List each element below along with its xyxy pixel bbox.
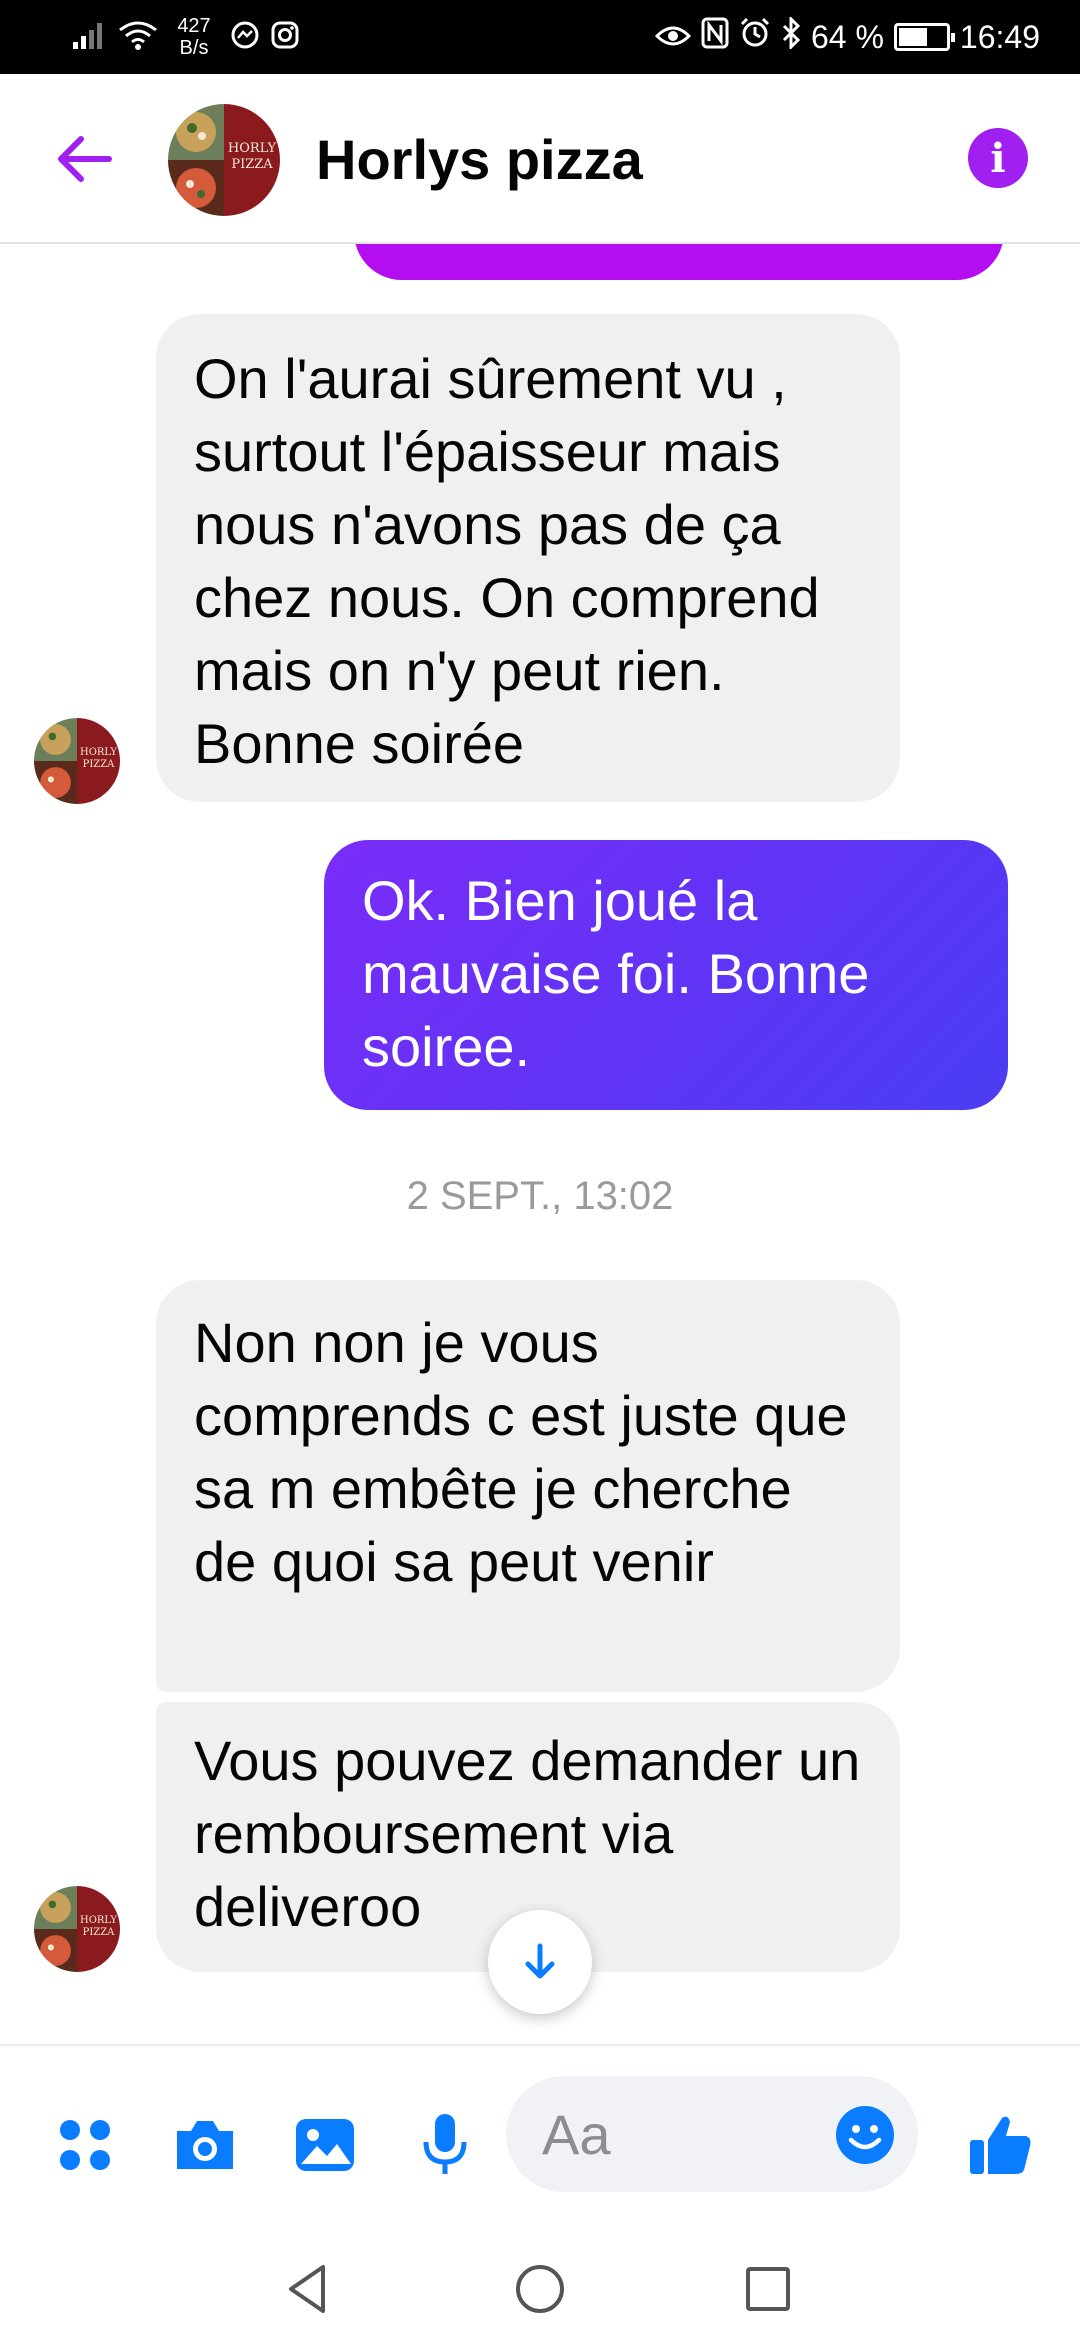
message-input[interactable] bbox=[542, 2098, 802, 2170]
wifi-icon bbox=[118, 20, 158, 55]
info-button[interactable]: i bbox=[968, 128, 1028, 188]
scroll-to-bottom-button[interactable] bbox=[488, 1910, 592, 2014]
avatar-brand-line1: HORLY bbox=[80, 747, 117, 758]
thumbs-up-icon bbox=[970, 2116, 1031, 2174]
alarm-icon bbox=[739, 17, 771, 57]
back-triangle-icon bbox=[289, 2265, 325, 2313]
gallery-icon bbox=[296, 2119, 354, 2171]
sender-avatar: HORLY PIZZA bbox=[34, 718, 120, 804]
message-bubble-incoming[interactable]: On l'aurai sûrement vu , surtout l'épais… bbox=[156, 314, 900, 802]
message-input-container[interactable] bbox=[506, 2076, 918, 2192]
apps-button[interactable] bbox=[50, 2110, 120, 2180]
navigation-bar bbox=[0, 2234, 1080, 2340]
info-icon: i bbox=[990, 134, 1006, 182]
camera-icon bbox=[177, 2121, 233, 2169]
messenger-notification-icon bbox=[230, 20, 260, 55]
instagram-notification-icon bbox=[270, 20, 300, 55]
home-circle-icon bbox=[516, 2265, 564, 2313]
microphone-button[interactable] bbox=[410, 2110, 480, 2180]
message-bubble-outgoing[interactable]: Ok. Bien joué la mauvaise foi. Bonne soi… bbox=[324, 840, 1008, 1110]
like-button[interactable] bbox=[966, 2110, 1036, 2180]
nav-home-button[interactable] bbox=[500, 2254, 580, 2324]
bluetooth-icon bbox=[781, 15, 801, 57]
back-button[interactable] bbox=[48, 122, 122, 196]
arrow-down-icon bbox=[525, 1943, 555, 1979]
contact-avatar[interactable]: HORLY PIZZA bbox=[168, 104, 280, 216]
battery-level-fill bbox=[898, 28, 927, 46]
avatar-brand-line1: HORLY bbox=[228, 141, 277, 156]
avatar-brand-line2: PIZZA bbox=[83, 759, 115, 770]
message-composer bbox=[0, 2044, 1080, 2234]
clock: 16:49 bbox=[959, 18, 1040, 55]
avatar-brand-line1: HORLY bbox=[80, 1915, 117, 1926]
arrow-left-icon bbox=[58, 136, 112, 182]
nav-recents-button[interactable] bbox=[728, 2254, 808, 2324]
nav-back-button[interactable] bbox=[268, 2254, 348, 2324]
microphone-icon bbox=[423, 2114, 467, 2174]
status-left: 427 B/s bbox=[72, 12, 300, 62]
battery-percent: 64 % bbox=[810, 18, 884, 55]
contact-name[interactable]: Horlys pizza bbox=[316, 124, 643, 196]
gallery-button[interactable] bbox=[290, 2110, 360, 2180]
network-speed-value: 427 bbox=[177, 15, 211, 37]
avatar-brand-line2: PIZZA bbox=[83, 1927, 115, 1938]
status-bar: 427 B/s 64 % 16:49 bbox=[0, 0, 1080, 74]
network-speed-unit: B/s bbox=[179, 37, 209, 59]
previous-outgoing-bubble[interactable] bbox=[354, 244, 1004, 280]
sender-avatar: HORLY PIZZA bbox=[34, 1886, 120, 1972]
recents-square-icon bbox=[746, 2267, 790, 2311]
nfc-icon bbox=[701, 17, 729, 57]
network-speed: 427 B/s bbox=[168, 15, 220, 59]
message-timestamp: 2 SEPT., 13:02 bbox=[406, 1174, 674, 1218]
status-right: 64 % 16:49 bbox=[654, 12, 1040, 62]
apps-icon bbox=[60, 2120, 110, 2170]
avatar-brand-line2: PIZZA bbox=[231, 157, 273, 172]
message-list[interactable]: On l'aurai sûrement vu , surtout l'épais… bbox=[0, 244, 1080, 2044]
signal-icon bbox=[72, 20, 108, 55]
conversation-header: HORLY PIZZA Horlys pizza i bbox=[0, 74, 1080, 244]
eye-icon bbox=[654, 19, 692, 56]
battery-icon bbox=[893, 23, 955, 51]
emoji-icon[interactable] bbox=[834, 2104, 896, 2166]
camera-button[interactable] bbox=[170, 2110, 240, 2180]
message-bubble-incoming[interactable]: Non non je vous comprends c est juste qu… bbox=[156, 1280, 900, 1692]
